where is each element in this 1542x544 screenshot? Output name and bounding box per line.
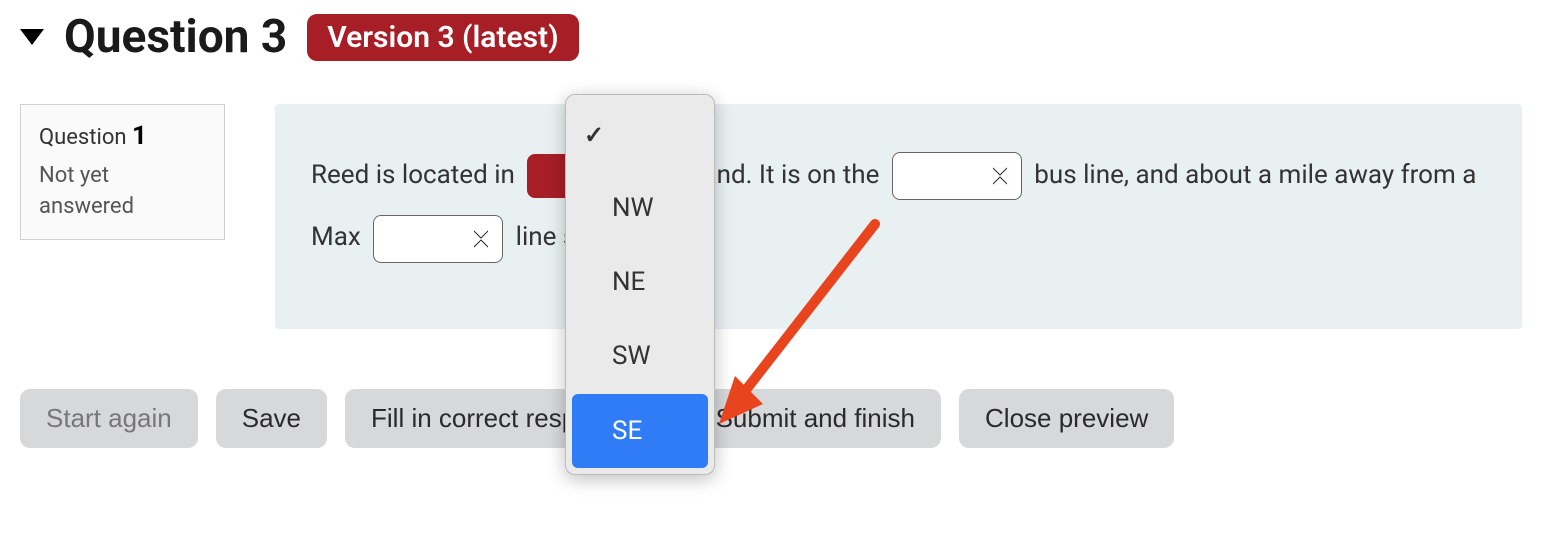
dropdown-popup: ✓NW NE SW SE: [565, 94, 715, 475]
question-number: 1: [132, 121, 147, 151]
question-text-part1: Reed is located in: [311, 160, 521, 190]
dropdown-option[interactable]: SE: [572, 394, 708, 468]
page-title: Question 3: [64, 10, 287, 64]
dropdown-3[interactable]: [373, 215, 503, 263]
dropdown-option-label: NE: [612, 251, 645, 313]
dropdown-option-label: SW: [612, 325, 651, 387]
collapse-toggle-icon[interactable]: [20, 29, 44, 45]
dropdown-option[interactable]: NE: [572, 245, 708, 319]
dropdown-option[interactable]: NW: [572, 171, 708, 245]
dropdown-2[interactable]: [892, 152, 1022, 200]
button-row: Start again Save Fill in correct respons…: [20, 389, 1522, 448]
close-preview-button[interactable]: Close preview: [959, 389, 1174, 448]
dropdown-option[interactable]: SW: [572, 319, 708, 393]
submit-button[interactable]: Submit and finish: [690, 389, 941, 448]
question-body: Reed is located in ortland. It is on the…: [275, 104, 1522, 329]
question-status: Not yet answered: [39, 161, 206, 223]
version-badge: Version 3 (latest): [307, 14, 578, 61]
question-info-box: Question 1 Not yet answered: [20, 104, 225, 240]
question-label: Question: [39, 125, 127, 150]
save-button[interactable]: Save: [216, 389, 327, 448]
start-again-button[interactable]: Start again: [20, 389, 198, 448]
check-icon: ✓: [584, 107, 612, 165]
dropdown-option-label: NW: [612, 177, 654, 239]
dropdown-option-label: SE: [612, 400, 642, 462]
dropdown-option[interactable]: ✓: [572, 101, 708, 171]
